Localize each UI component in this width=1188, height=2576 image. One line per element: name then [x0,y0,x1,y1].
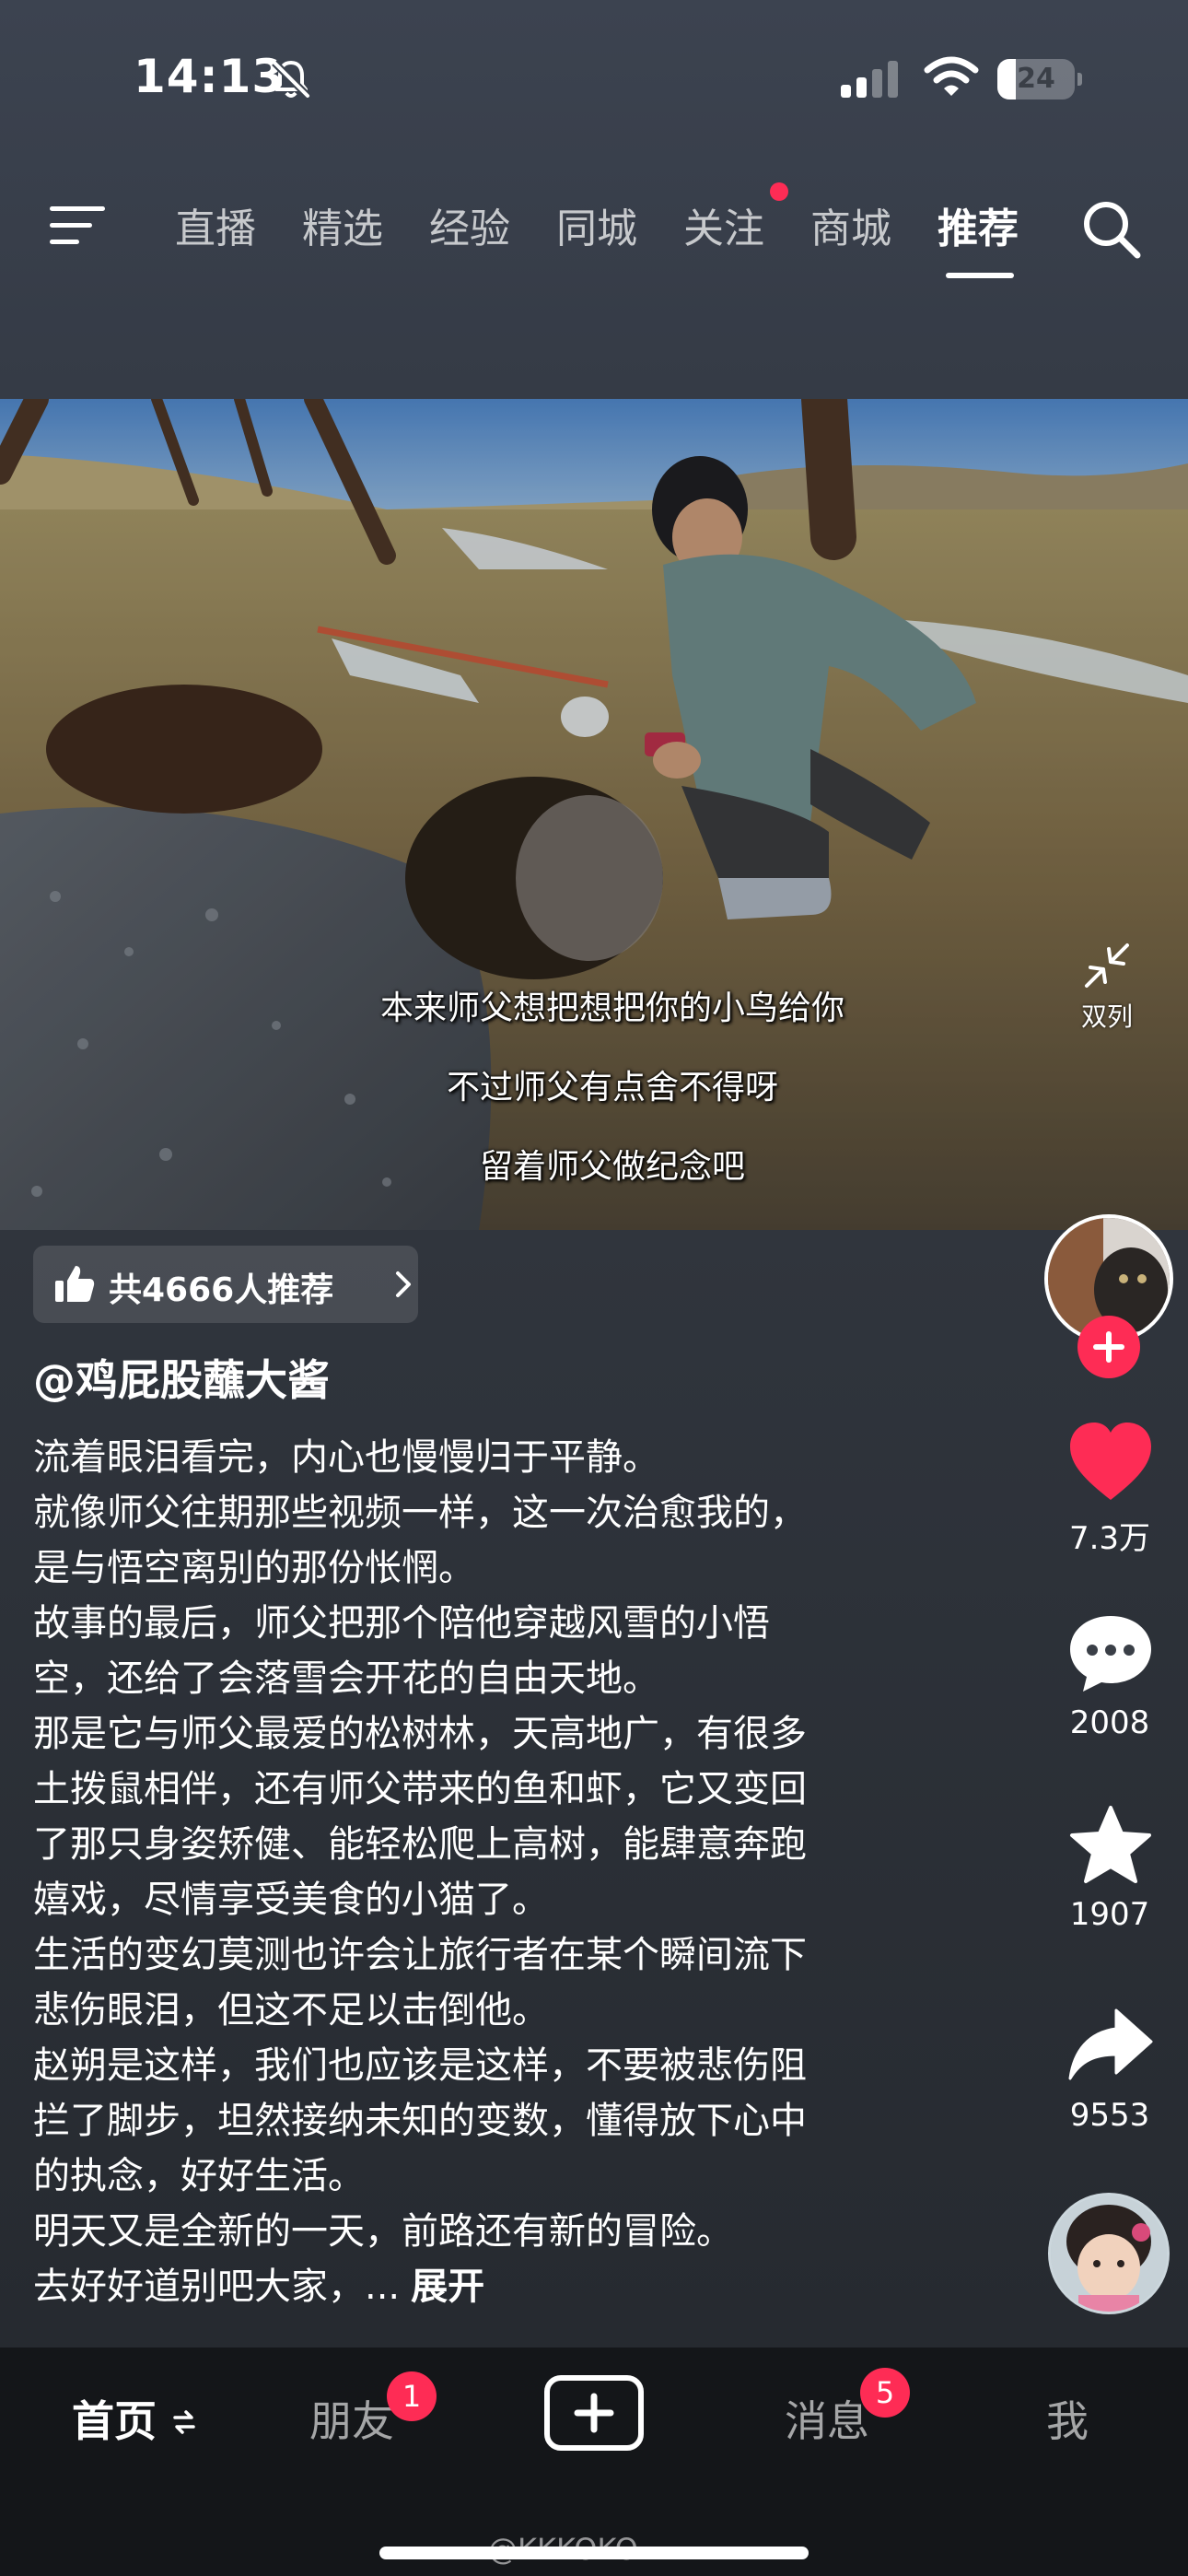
description-line: 是与悟空离别的那份怅惘。 [33,1547,475,1589]
recommend-count-label: 共4666人推荐 [109,1271,334,1309]
comment-icon [1070,1616,1151,1692]
description-line: 就像师父往期那些视频一样，这一次治愈我的， [33,1492,807,1534]
feed-screen: 14:13 24 直播 精选 经验 同城 关注 商城 推荐 本来师父想把想把你的… [0,0,1188,2576]
video-player[interactable]: 本来师父想把想把你的小鸟给你 不过师父有点舍不得呀 留着师父做纪念吧 [0,399,1188,1230]
follow-button[interactable] [1077,1316,1140,1378]
comment-count: 2008 [1069,1704,1150,1741]
plus-icon [1093,1331,1124,1363]
description-line: 土拨鼠相伴，还有师父带来的鱼和虾，它又变回 [33,1768,807,1810]
music-disc[interactable] [1048,2193,1170,2314]
description-truncated-text: 去好好道别吧大家，... [33,2266,401,2308]
description-line: 明天又是全新的一天，前路还有新的冒险。 [33,2210,733,2253]
like-count: 7.3万 [1068,1520,1151,1557]
description-line: 了那只身姿矫健、能轻松爬上高树，能肆意奔跑 [33,1823,807,1866]
video-description[interactable]: 流着眼泪看完，内心也慢慢归于平静。 就像师父往期那些视频一样，这一次治愈我的， … [33,1430,917,2314]
tab-local[interactable]: 同城 [556,195,637,254]
menu-icon[interactable] [48,203,107,249]
tab-featured[interactable]: 精选 [302,195,383,254]
description-line: 的执念，好好生活。 [33,2155,365,2197]
top-nav: 直播 精选 经验 同城 关注 商城 推荐 [0,175,1188,295]
subtitle-line-1: 本来师父想把想把你的小鸟给你 [379,989,844,1027]
music-cover-image [1051,2195,1167,2312]
action-rail: 7.3万 2008 1907 9553 [1031,1207,1188,2331]
messages-badge: 5 [860,2368,910,2418]
heart-icon [1070,1423,1151,1500]
battery-indicator: 24 [997,59,1082,100]
nav-me[interactable]: 我 [1046,2388,1089,2449]
tab-experience[interactable]: 经验 [429,195,510,254]
description-line: 空，还给了会落雪会开花的自由天地。 [33,1657,659,1700]
following-notice-dot [770,182,788,201]
expand-button[interactable]: 展开 [411,2266,484,2308]
cellular-signal-icon [841,61,898,98]
description-last-line: 去好好道别吧大家，... 展开 [33,2259,917,2314]
nav-friends[interactable]: 朋友 [309,2388,394,2449]
subtitle-line-3: 留着师父做纪念吧 [479,1148,745,1186]
share-count: 9553 [1069,2097,1150,2134]
search-icon[interactable] [1079,197,1144,262]
wifi-icon [924,56,979,96]
dual-column-label: 双列 [1080,1001,1133,1032]
tab-mall[interactable]: 商城 [810,195,891,254]
subtitle-line-2: 不过师父有点舍不得呀 [446,1069,778,1107]
description-line: 嬉戏，尽情享受美食的小猫了。 [33,1879,549,1921]
favorite-count: 1907 [1069,1896,1150,1933]
clock: 14:13 [134,50,285,103]
nav-messages[interactable]: 消息 [785,2388,869,2449]
chevron-right-icon [396,1271,411,1297]
share-arrow-icon [1068,2008,1153,2080]
battery-level: 24 [1017,63,1055,95]
active-tab-underline [946,273,1014,278]
thumbs-up-icon [55,1266,95,1302]
watermark: @KKKOKO [488,2532,638,2567]
author-name[interactable]: @鸡屁股蘸大酱 [33,1347,330,1408]
silent-bell-icon [272,60,310,99]
description-line: 赵朔是这样，我们也应该是这样，不要被悲伤阻 [33,2044,807,2087]
description-line: 悲伤眼泪，但这不足以击倒他。 [33,1989,549,2032]
plus-icon [574,2393,614,2433]
description-line: 故事的最后，师父把那个陪他穿越风雪的小悟 [33,1602,770,1645]
dual-column-button[interactable]: 双列 [1066,940,1147,1041]
description-line: 流着眼泪看完，内心也慢慢归于平静。 [33,1436,659,1479]
description-line: 生活的变幻莫测也许会让旅行者在某个瞬间流下 [33,1934,807,1976]
status-bar: 14:13 24 [0,0,1188,157]
recommend-count-pill[interactable]: 共4666人推荐 [33,1246,418,1323]
nav-home[interactable]: 首页 [72,2388,157,2449]
tab-following[interactable]: 关注 [683,195,764,254]
description-line: 拦了脚步，坦然接纳未知的变数，懂得放下心中 [33,2100,807,2142]
tab-live[interactable]: 直播 [175,195,256,254]
create-post-button[interactable] [544,2375,644,2451]
star-icon [1070,1806,1151,1883]
friends-badge: 1 [387,2371,437,2421]
collapse-arrows-icon [1085,943,1129,988]
tab-recommended[interactable]: 推荐 [938,195,1019,254]
refresh-toggle-icon[interactable] [171,2406,197,2438]
description-line: 那是它与师父最爱的松树林，天高地广，有很多 [33,1713,807,1755]
